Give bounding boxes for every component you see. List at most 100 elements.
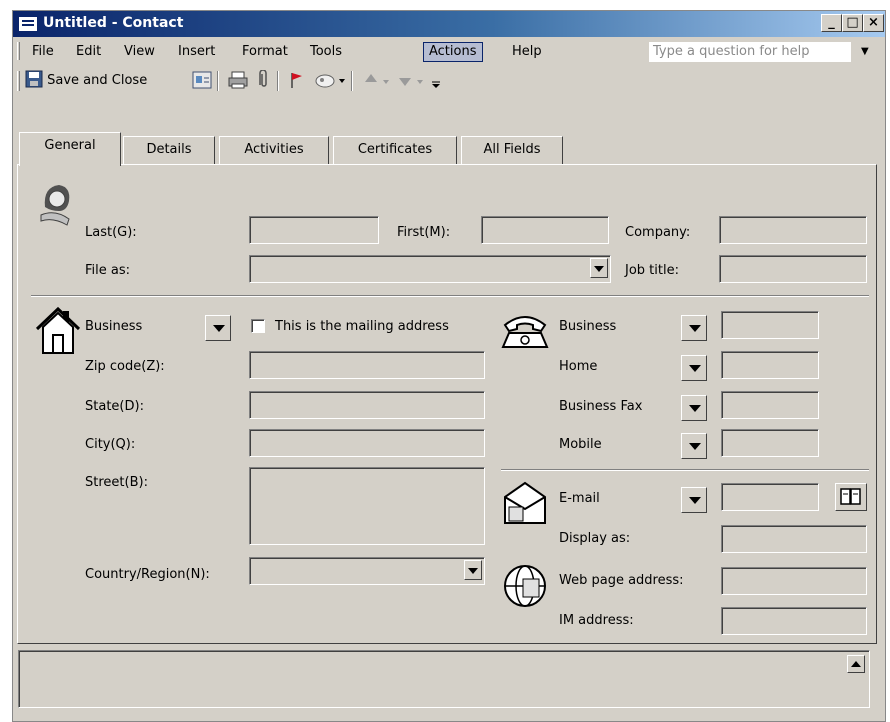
street-label: Street(B): xyxy=(85,475,148,490)
menu-actions[interactable]: Actions xyxy=(423,42,483,62)
email-envelope-icon xyxy=(504,481,546,524)
categories-button[interactable] xyxy=(313,70,347,92)
street-input[interactable] xyxy=(249,467,485,545)
menu-bar-grip[interactable] xyxy=(17,42,20,60)
save-and-close-button[interactable]: Save and Close xyxy=(25,70,147,92)
toolbar-separator xyxy=(277,71,279,91)
company-label: Company: xyxy=(625,225,691,240)
file-as-dropdown-arrow[interactable] xyxy=(590,258,608,278)
toolbar-grip[interactable] xyxy=(17,71,20,91)
mailing-address-label: This is the mailing address xyxy=(275,319,449,334)
address-type-label: Business xyxy=(85,319,143,334)
minimize-button[interactable]: _ xyxy=(821,14,842,32)
notes-scroll-up-button[interactable] xyxy=(847,655,865,673)
phone-section-divider xyxy=(501,469,869,471)
company-input[interactable] xyxy=(719,216,867,244)
toolbar-options-icon xyxy=(432,81,440,88)
previous-item-button[interactable] xyxy=(361,70,393,92)
name-section-divider xyxy=(31,295,869,297)
contact-card-icon xyxy=(192,71,212,89)
web-globe-icon xyxy=(504,565,546,607)
tab-details[interactable]: Details xyxy=(123,136,215,164)
person-icon xyxy=(40,185,70,226)
last-name-label: Last(G): xyxy=(85,225,137,240)
toolbar-options-button[interactable] xyxy=(429,70,443,92)
house-icon xyxy=(35,306,81,354)
phone-business-fax-label: Business Fax xyxy=(559,399,643,414)
phone-home-dropdown[interactable] xyxy=(681,355,707,381)
help-dropdown-arrow-icon[interactable]: ▼ xyxy=(861,42,869,62)
insert-file-button[interactable] xyxy=(257,69,271,92)
city-input[interactable] xyxy=(249,429,485,457)
tab-strip: General Details Activities Certificates … xyxy=(13,132,885,166)
save-icon xyxy=(25,70,43,88)
address-type-dropdown[interactable] xyxy=(205,315,231,341)
phone-business-input[interactable] xyxy=(721,311,819,339)
im-address-label: IM address: xyxy=(559,613,634,628)
file-as-label: File as: xyxy=(85,263,131,278)
phone-business-dropdown[interactable] xyxy=(681,315,707,341)
tab-certificates[interactable]: Certificates xyxy=(333,136,457,164)
email-type-dropdown[interactable] xyxy=(681,487,707,513)
follow-up-button[interactable] xyxy=(287,70,305,92)
paperclip-icon xyxy=(259,69,267,87)
flag-icon xyxy=(291,73,302,88)
country-region-dropdown-arrow[interactable] xyxy=(464,560,482,580)
phone-home-label: Home xyxy=(559,359,598,374)
contact-card-button[interactable] xyxy=(191,70,213,92)
phone-mobile-input[interactable] xyxy=(721,429,819,457)
window-title: Untitled - Contact xyxy=(43,15,184,31)
maximize-button[interactable]: □ xyxy=(842,14,863,32)
country-region-label: Country/Region(N): xyxy=(85,567,210,582)
city-label: City(Q): xyxy=(85,437,136,452)
menu-insert[interactable]: Insert xyxy=(173,42,220,62)
state-label: State(D): xyxy=(85,399,144,414)
menu-view[interactable]: View xyxy=(119,42,160,62)
phone-mobile-dropdown[interactable] xyxy=(681,433,707,459)
menu-help[interactable]: Help xyxy=(507,42,547,62)
contact-window-icon xyxy=(18,16,38,32)
notes-textarea[interactable] xyxy=(18,650,870,708)
menu-format[interactable]: Format xyxy=(237,42,293,62)
phone-business-label: Business xyxy=(559,319,617,334)
title-bar[interactable]: Untitled - Contact _ □ × xyxy=(13,11,885,37)
email-input[interactable] xyxy=(721,483,819,511)
web-page-address-label: Web page address: xyxy=(559,573,684,588)
phone-business-fax-dropdown[interactable] xyxy=(681,395,707,421)
toolbar-separator xyxy=(351,71,353,91)
print-icon xyxy=(228,71,248,89)
first-name-input[interactable] xyxy=(481,216,609,244)
menu-bar: File Edit View Insert Format Tools Actio… xyxy=(13,38,885,64)
phone-home-input[interactable] xyxy=(721,351,819,379)
previous-icon xyxy=(365,74,389,84)
tab-activities[interactable]: Activities xyxy=(219,136,329,164)
zip-code-input[interactable] xyxy=(249,351,485,379)
display-as-input[interactable] xyxy=(721,525,867,553)
web-page-address-input[interactable] xyxy=(721,567,867,595)
toolbar-separator xyxy=(217,71,219,91)
state-input[interactable] xyxy=(249,391,485,419)
phone-mobile-label: Mobile xyxy=(559,437,602,452)
next-item-button[interactable] xyxy=(395,70,427,92)
country-region-select[interactable] xyxy=(249,557,485,585)
close-button[interactable]: × xyxy=(863,14,884,32)
telephone-icon xyxy=(501,316,549,348)
im-address-input[interactable] xyxy=(721,607,867,635)
job-title-label: Job title: xyxy=(625,263,679,278)
file-as-select[interactable] xyxy=(249,255,611,283)
help-question-input[interactable]: Type a question for help xyxy=(649,42,851,62)
phone-business-fax-input[interactable] xyxy=(721,391,819,419)
tab-all-fields[interactable]: All Fields xyxy=(461,136,563,164)
tab-general[interactable]: General xyxy=(19,132,121,166)
mailing-address-checkbox[interactable] xyxy=(251,319,265,333)
address-book-button[interactable] xyxy=(835,483,867,511)
last-name-input[interactable] xyxy=(249,216,379,244)
standard-toolbar: Save and Close xyxy=(13,66,885,94)
zip-code-label: Zip code(Z): xyxy=(85,359,165,374)
email-label: E-mail xyxy=(559,491,600,506)
print-button[interactable] xyxy=(227,70,249,92)
menu-tools[interactable]: Tools xyxy=(305,42,347,62)
menu-file[interactable]: File xyxy=(27,42,59,62)
menu-edit[interactable]: Edit xyxy=(71,42,106,62)
job-title-input[interactable] xyxy=(719,255,867,283)
